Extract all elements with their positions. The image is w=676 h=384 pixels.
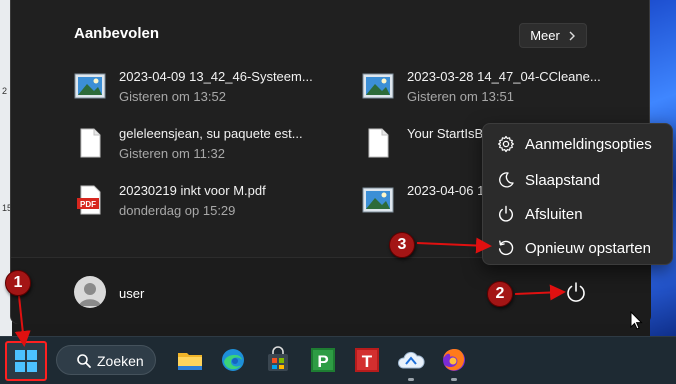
edge-icon[interactable] [219,346,247,374]
file-explorer-icon[interactable] [176,346,204,374]
chevron-right-icon [569,31,575,40]
search-icon [77,354,91,368]
recommended-item[interactable]: 2023-04-09 13_42_46-Systeem... Gisteren … [74,64,344,110]
taskbar-search-box[interactable]: Zoeken [56,345,156,375]
recommended-item-name: geleleensjean, su paquete est... [119,126,303,141]
recommended-item-time: Gisteren om 11:32 [119,146,225,161]
t-app-icon[interactable]: T [353,346,381,374]
menu-item-label: Afsluiten [525,206,583,223]
gear-icon [498,135,514,153]
power-button[interactable] [564,280,588,304]
image-file-icon [74,73,106,99]
recommended-title: Aanbevolen [74,25,160,42]
t-app-letter: T [362,352,373,371]
recommended-item[interactable]: 2023-04-06 1 [362,178,482,224]
menu-item-label: Aanmeldingsopties [525,136,652,153]
p-app-icon[interactable]: P [309,346,337,374]
recommended-item-name: 2023-03-28 14_47_04-CCleane... [407,69,601,84]
power-icon [499,205,513,222]
image-file-icon [362,187,394,213]
menu-item-sign-in-options[interactable]: Aanmeldingsopties [487,128,670,160]
mouse-cursor-icon [630,311,643,330]
start-button[interactable] [5,341,47,381]
recommended-item-name: 20230219 inkt voor M.pdf [119,183,266,198]
desktop-edge-label: 2 [2,86,8,96]
store-icon[interactable] [264,346,292,374]
document-file-icon [368,128,389,158]
user-avatar[interactable] [74,276,106,308]
search-label: Zoeken [97,353,144,369]
windows-logo-icon [15,350,37,372]
pdf-file-icon: PDF [77,185,101,215]
image-file-icon [362,73,394,99]
menu-item-sleep[interactable]: Slaapstand [487,164,670,196]
moon-icon [499,172,514,188]
pdf-badge-text: PDF [80,200,96,209]
annotation-badge: 3 [389,232,415,258]
p-app-letter: P [317,352,328,371]
recommended-item[interactable]: 2023-03-28 14_47_04-CCleane... Gisteren … [362,64,632,110]
recommended-item-name: 2023-04-09 13_42_46-Systeem... [119,69,313,84]
recommended-item[interactable]: Your StartIsB [362,121,482,167]
menu-item-label: Opnieuw opstarten [525,240,651,257]
running-indicator [451,378,457,381]
power-menu: Aanmeldingsopties Slaapstand Afsluiten O… [482,123,673,265]
start-menu-footer: user [11,257,651,324]
more-button-label: Meer [530,28,560,43]
recommended-item-time: donderdag op 15:29 [119,203,236,218]
user-icon [79,283,101,306]
menu-item-shutdown[interactable]: Afsluiten [487,198,670,230]
annotation-badge: 1 [5,270,31,296]
recommended-item[interactable]: PDF 20230219 inkt voor M.pdf donderdag o… [74,178,344,224]
taskbar: Zoeken P T [0,336,676,384]
running-indicator [408,378,414,381]
recommended-item-name: Your StartIsB [407,126,482,141]
firefox-icon[interactable] [440,346,468,374]
restart-icon [498,240,514,256]
recommended-item-time: Gisteren om 13:51 [407,89,514,104]
cloud-app-icon[interactable] [397,346,425,374]
menu-item-label: Slaapstand [525,172,601,189]
recommended-item-name: 2023-04-06 1 [407,183,482,198]
recommended-item-time: Gisteren om 13:52 [119,89,226,104]
menu-item-restart[interactable]: Opnieuw opstarten [487,232,670,264]
annotation-badge: 2 [487,281,513,307]
more-button[interactable]: Meer [519,23,587,48]
document-file-icon [80,128,101,158]
user-name[interactable]: user [119,286,144,301]
recommended-item[interactable]: geleleensjean, su paquete est... Gistere… [74,121,344,167]
